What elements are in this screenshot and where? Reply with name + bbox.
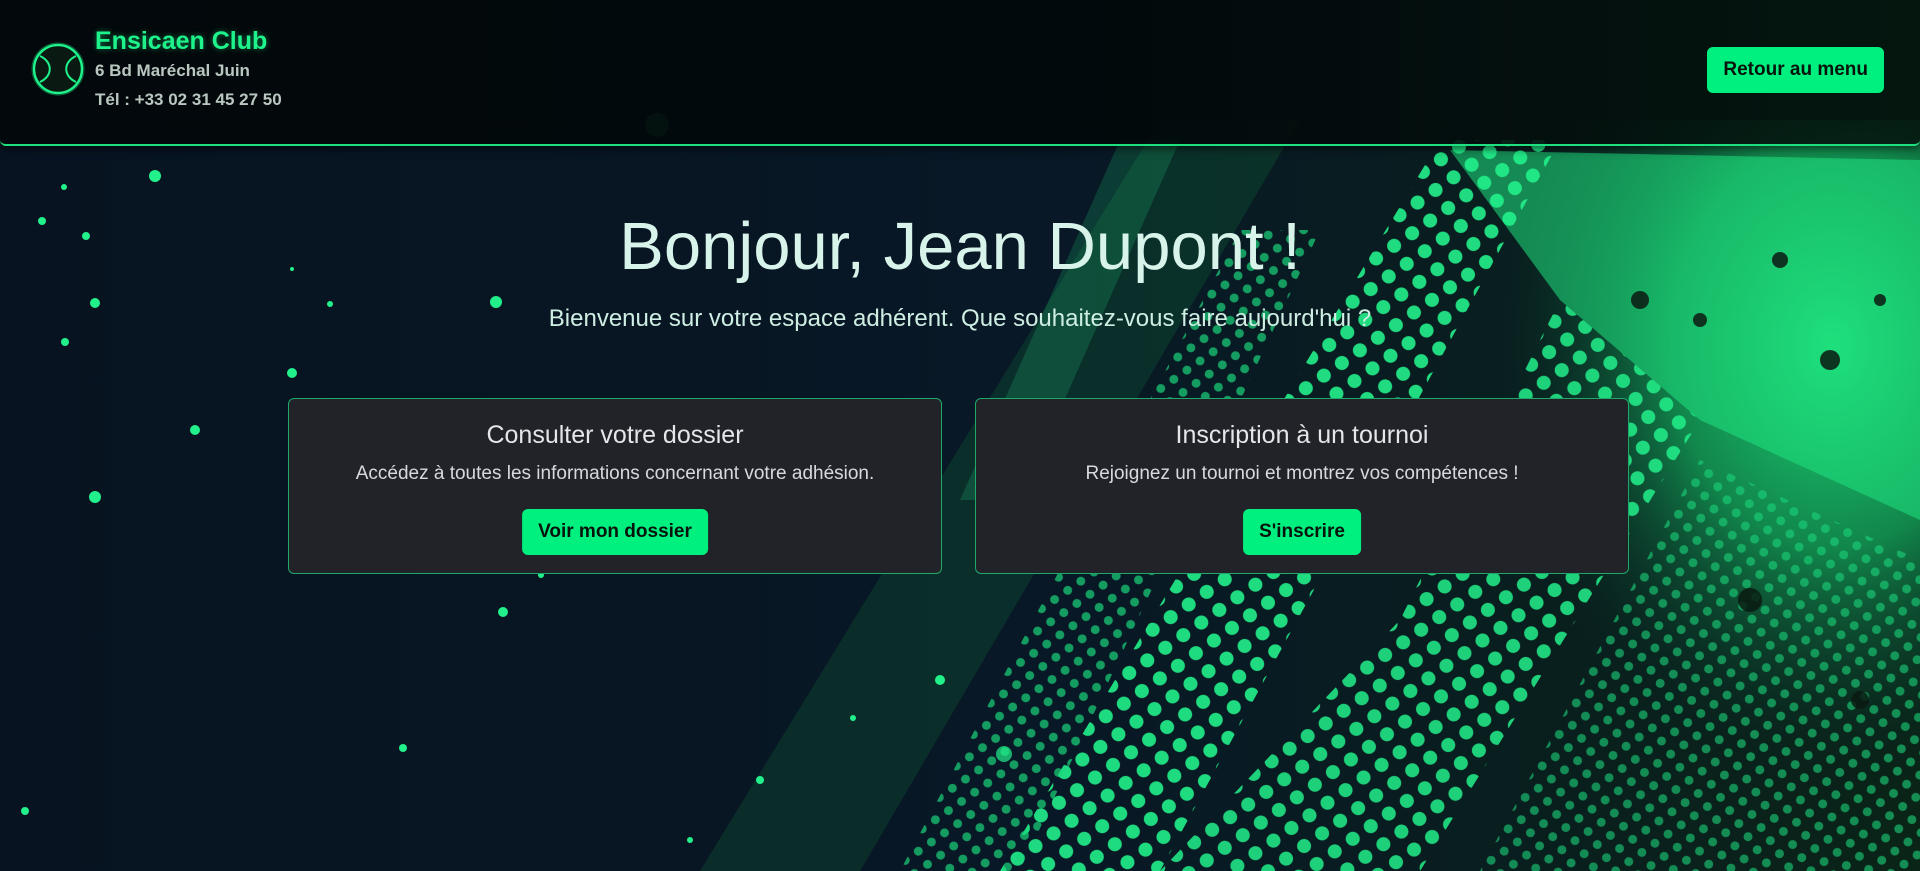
- tennis-ball-icon: [31, 42, 85, 96]
- card-text: Rejoignez un tournoi et montrez vos comp…: [1085, 463, 1519, 484]
- club-phone: Tél : +33 02 31 45 27 50: [95, 90, 282, 109]
- card-title: Inscription à un tournoi: [1175, 421, 1429, 449]
- club-info: Ensicaen Club 6 Bd Maréchal Juin Tél : +…: [95, 26, 282, 114]
- card-text: Accédez à toutes les informations concer…: [355, 463, 875, 484]
- view-dossier-button[interactable]: Voir mon dossier: [522, 509, 708, 555]
- club-name: Ensicaen Club: [95, 27, 268, 55]
- register-tournament-button[interactable]: S'inscrire: [1243, 509, 1361, 555]
- card-dossier: Consulter votre dossier Accédez à toutes…: [288, 398, 942, 574]
- club-address: 6 Bd Maréchal Juin: [95, 61, 250, 80]
- site-header: Ensicaen Club 6 Bd Maréchal Juin Tél : +…: [0, 0, 1920, 146]
- card-tournoi: Inscription à un tournoi Rejoignez un to…: [975, 398, 1629, 574]
- back-to-menu-button[interactable]: Retour au menu: [1707, 47, 1884, 93]
- page-title: Bonjour, Jean Dupont !: [619, 209, 1301, 284]
- card-title: Consulter votre dossier: [486, 421, 744, 449]
- page-subtitle: Bienvenue sur votre espace adhérent. Que…: [548, 305, 1372, 332]
